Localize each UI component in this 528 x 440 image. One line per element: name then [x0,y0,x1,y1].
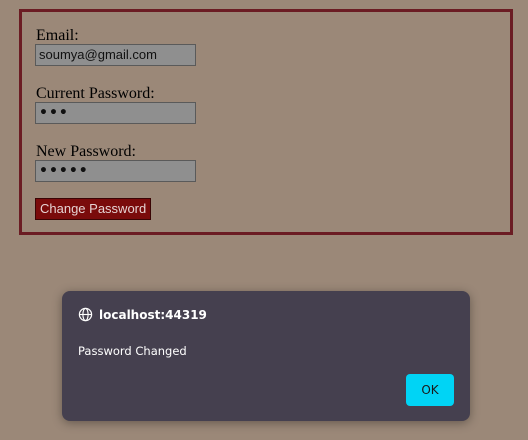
email-field[interactable]: soumya@gmail.com [35,44,196,66]
new-password-field[interactable]: ••••• [35,160,196,182]
new-password-label: New Password: [36,143,136,160]
current-password-field[interactable]: ••• [35,102,196,124]
dialog-origin-text: localhost:44319 [99,307,207,322]
email-label: Email: [36,27,79,44]
change-password-button[interactable]: Change Password [35,198,152,220]
current-password-label: Current Password: [36,85,155,102]
ok-button[interactable]: OK [406,374,454,406]
dialog-message: Password Changed [78,344,187,358]
globe-icon [78,307,93,322]
dialog-origin: localhost:44319 [78,307,207,322]
alert-dialog: localhost:44319 Password Changed OK [62,291,470,421]
change-password-form: Email: soumya@gmail.com Current Password… [19,9,513,235]
